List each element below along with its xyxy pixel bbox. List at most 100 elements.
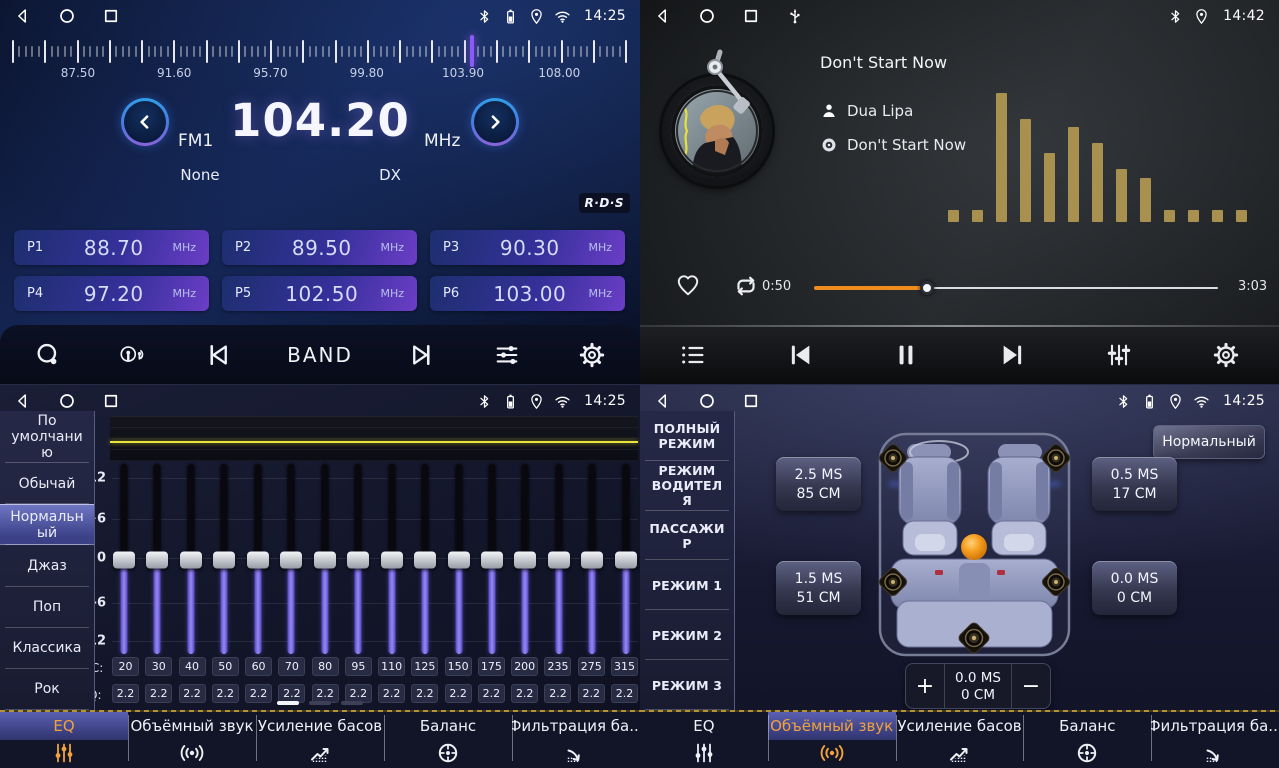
eq-preset-item[interactable]: Рок: [0, 669, 94, 710]
preset-button-p2[interactable]: P289.50MHz: [222, 230, 417, 265]
slider-thumb[interactable]: [180, 551, 202, 568]
mixer-button[interactable]: [1105, 341, 1133, 369]
recents-icon[interactable]: [742, 7, 760, 25]
eq-preset-item[interactable]: Нормальный: [0, 504, 94, 545]
fc-value-chip[interactable]: 80: [312, 657, 339, 676]
fc-value-chip[interactable]: 125: [411, 657, 438, 676]
eq-band-slider[interactable]: [580, 463, 604, 656]
recents-icon[interactable]: [102, 7, 120, 25]
eq-band-slider[interactable]: [447, 463, 471, 656]
eq-preset-item[interactable]: По умолчанию: [0, 411, 94, 463]
back-icon[interactable]: [14, 7, 32, 25]
fc-value-chip[interactable]: 70: [278, 657, 305, 676]
tab-balance-target[interactable]: Баланс: [384, 712, 512, 768]
delay-rear-left[interactable]: 1.5 MS51 CM: [776, 561, 861, 615]
q-value-chip[interactable]: 2.2: [445, 684, 472, 703]
q-value-chip[interactable]: 2.2: [411, 684, 438, 703]
preset-button-p3[interactable]: P390.30MHz: [430, 230, 625, 265]
tune-down-button[interactable]: [121, 98, 169, 146]
recents-icon[interactable]: [742, 392, 760, 410]
eq-preset-item[interactable]: Поп: [0, 587, 94, 628]
slider-thumb[interactable]: [213, 551, 235, 568]
scan-button[interactable]: [34, 341, 62, 369]
tab-surround-sound[interactable]: Объёмный звук: [768, 712, 896, 768]
tuner-pointer[interactable]: [470, 35, 474, 67]
q-value-chip[interactable]: 2.2: [611, 684, 638, 703]
next-track-button[interactable]: [999, 341, 1027, 369]
q-value-chip[interactable]: 2.2: [179, 684, 206, 703]
q-value-chip[interactable]: 2.2: [245, 684, 272, 703]
eq-band-slider[interactable]: [614, 463, 638, 656]
slider-thumb[interactable]: [113, 551, 135, 568]
home-icon[interactable]: [698, 7, 716, 25]
fc-value-chip[interactable]: 60: [245, 657, 272, 676]
listening-mode-item[interactable]: РЕЖИМ 3: [640, 660, 734, 710]
fc-value-chip[interactable]: 95: [345, 657, 372, 676]
tab-eq-sliders[interactable]: EQ: [0, 712, 128, 768]
delay-rear-right[interactable]: 0.0 MS0 CM: [1092, 561, 1177, 615]
eq-band-slider[interactable]: [212, 463, 236, 656]
listening-mode-item[interactable]: РЕЖИМ 1: [640, 560, 734, 610]
home-icon[interactable]: [58, 7, 76, 25]
eq-band-slider[interactable]: [313, 463, 337, 656]
fc-value-chip[interactable]: 315: [611, 657, 638, 676]
eq-band-slider[interactable]: [346, 463, 370, 656]
eq-band-slider[interactable]: [112, 463, 136, 656]
tune-up-button[interactable]: [471, 98, 519, 146]
seek-bar[interactable]: [814, 281, 1218, 295]
surround-preset-button[interactable]: Нормальный: [1153, 425, 1265, 459]
band-button[interactable]: BAND: [287, 343, 353, 367]
fc-value-chip[interactable]: 275: [578, 657, 605, 676]
decrease-delay-button[interactable]: −: [1011, 664, 1050, 708]
slider-thumb[interactable]: [314, 551, 336, 568]
broadcast-button[interactable]: [118, 341, 146, 369]
q-value-chip[interactable]: 2.2: [145, 684, 172, 703]
eq-band-slider[interactable]: [246, 463, 270, 656]
seek-handle[interactable]: [920, 281, 934, 295]
preset-button-p4[interactable]: P497.20MHz: [14, 276, 209, 311]
playlist-button[interactable]: [679, 341, 707, 369]
slider-thumb[interactable]: [146, 551, 168, 568]
eq-band-slider[interactable]: [413, 463, 437, 656]
slider-thumb[interactable]: [615, 551, 637, 568]
delay-front-right[interactable]: 0.5 MS17 CM: [1092, 457, 1177, 511]
listening-mode-item[interactable]: ПОЛНЫЙ РЕЖИМ: [640, 411, 734, 461]
eq-band-slider[interactable]: [145, 463, 169, 656]
fc-value-chip[interactable]: 235: [544, 657, 571, 676]
preset-button-p6[interactable]: P6103.00MHz: [430, 276, 625, 311]
listening-mode-item[interactable]: ПАССАЖИР: [640, 511, 734, 561]
slider-thumb[interactable]: [247, 551, 269, 568]
favorite-button[interactable]: [674, 272, 702, 298]
preset-button-p1[interactable]: P188.70MHz: [14, 230, 209, 265]
slider-thumb[interactable]: [581, 551, 603, 568]
pause-button[interactable]: [892, 341, 920, 369]
recents-icon[interactable]: [102, 392, 120, 410]
eq-band-slider[interactable]: [480, 463, 504, 656]
q-value-chip[interactable]: 2.2: [112, 684, 139, 703]
eq-band-slider[interactable]: [279, 463, 303, 656]
fc-value-chip[interactable]: 175: [478, 657, 505, 676]
q-value-chip[interactable]: 2.2: [578, 684, 605, 703]
increase-delay-button[interactable]: +: [906, 664, 945, 708]
slider-thumb[interactable]: [280, 551, 302, 568]
tuner-scale[interactable]: [12, 38, 628, 64]
listening-mode-item[interactable]: РЕЖИМ 2: [640, 610, 734, 660]
q-value-chip[interactable]: 2.2: [511, 684, 538, 703]
preset-button-p5[interactable]: P5102.50MHz: [222, 276, 417, 311]
q-value-chip[interactable]: 2.2: [478, 684, 505, 703]
slider-thumb[interactable]: [448, 551, 470, 568]
fc-value-chip[interactable]: 30: [145, 657, 172, 676]
slider-thumb[interactable]: [514, 551, 536, 568]
eq-band-slider[interactable]: [513, 463, 537, 656]
tab-surround-sound[interactable]: Объёмный звук: [128, 712, 256, 768]
eq-band-slider[interactable]: [179, 463, 203, 656]
fc-value-chip[interactable]: 20: [112, 657, 139, 676]
eq-preset-item[interactable]: Обычай: [0, 463, 94, 504]
eq-band-slider[interactable]: [547, 463, 571, 656]
back-icon[interactable]: [654, 392, 672, 410]
tab-bass-filter[interactable]: Фильтрация ба...: [1151, 712, 1279, 768]
delay-front-left[interactable]: 2.5 MS85 CM: [776, 457, 861, 511]
fc-value-chip[interactable]: 110: [378, 657, 405, 676]
eq-band-slider[interactable]: [380, 463, 404, 656]
fc-value-chip[interactable]: 50: [212, 657, 239, 676]
